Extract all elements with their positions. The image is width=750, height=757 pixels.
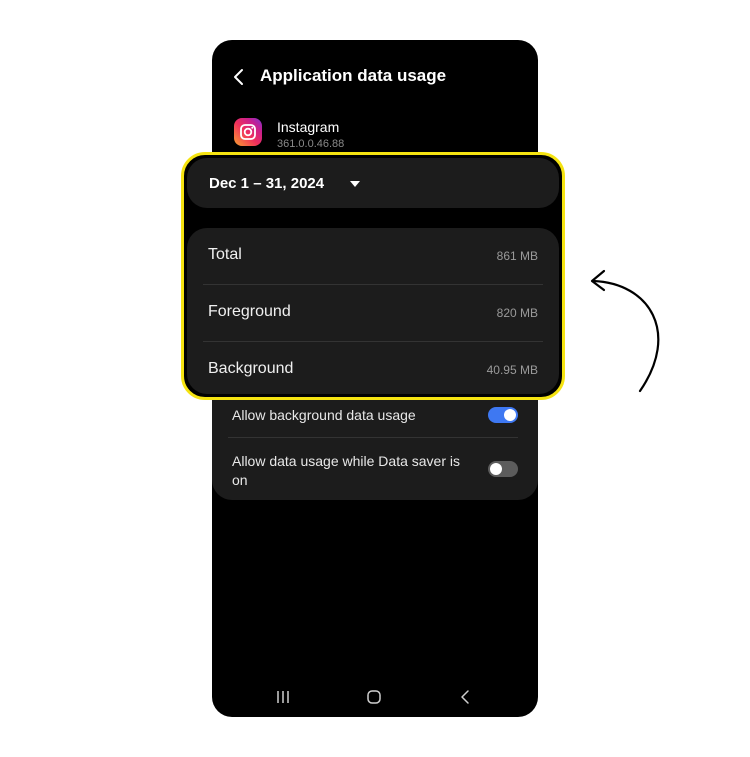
usage-label: Foreground	[208, 303, 291, 320]
data-saver-switch[interactable]	[488, 461, 518, 477]
usage-value: 40.95 MB	[486, 363, 538, 377]
screenshot-stage: Application data usage Instagram 361.0.0…	[0, 0, 750, 757]
page-title: Application data usage	[260, 66, 447, 85]
toggle-label: Allow background data usage	[232, 407, 416, 423]
back-icon[interactable]	[454, 688, 476, 706]
divider	[228, 437, 518, 438]
usage-label: Background	[208, 360, 294, 377]
usage-row-foreground: Foreground 820 MB	[187, 285, 559, 342]
app-info-row: Instagram 361.0.0.46.88	[212, 116, 538, 156]
chevron-left-icon[interactable]	[230, 66, 250, 88]
highlight-callout: Dec 1 – 31, 2024 Total 861 MB Foreground…	[181, 152, 565, 400]
instagram-icon	[234, 118, 262, 146]
app-header: Application data usage	[212, 40, 538, 110]
caret-down-icon	[350, 181, 360, 187]
usage-row-background: Background 40.95 MB	[187, 342, 559, 399]
usage-value: 861 MB	[496, 249, 538, 263]
switch-knob	[504, 409, 516, 421]
date-range-label: Dec 1 – 31, 2024	[209, 175, 325, 192]
toggle-label: Allow data usage while Data saver is on	[232, 453, 461, 488]
usage-summary-card: Total 861 MB Foreground 820 MB Backgroun…	[187, 228, 559, 394]
toggle-row-data-saver[interactable]: Allow data usage while Data saver is on	[232, 452, 518, 492]
usage-label: Total	[208, 246, 242, 263]
switch-knob	[490, 463, 502, 475]
home-icon[interactable]	[363, 688, 385, 706]
date-range-selector[interactable]: Dec 1 – 31, 2024	[187, 158, 559, 208]
usage-value: 820 MB	[496, 306, 538, 320]
app-name: Instagram	[277, 119, 340, 135]
usage-row-total: Total 861 MB	[187, 228, 559, 285]
toggle-row-background-data[interactable]: Allow background data usage	[232, 406, 518, 430]
app-version: 361.0.0.46.88	[277, 138, 345, 150]
background-data-switch[interactable]	[488, 407, 518, 423]
recents-icon[interactable]	[272, 688, 294, 706]
curved-arrow-icon	[590, 269, 660, 393]
navigation-bar	[212, 680, 538, 717]
